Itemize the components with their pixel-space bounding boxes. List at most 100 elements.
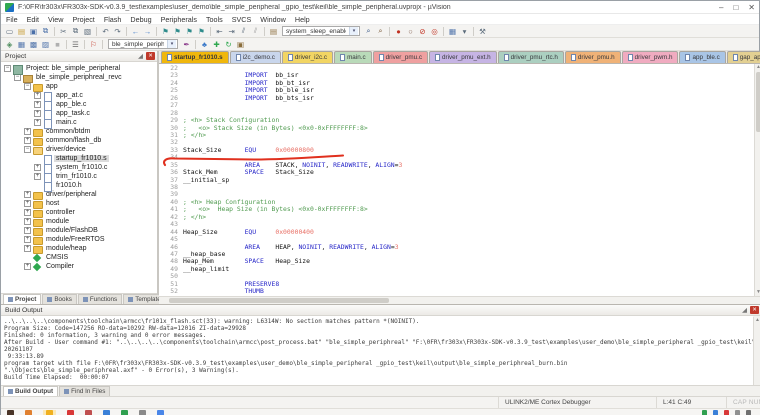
manage-rte-icon[interactable]: ♣	[199, 39, 210, 50]
tree-item-startup-fr1010-s[interactable]: startup_fr1010.s	[1, 154, 157, 163]
configure-icon[interactable]: ⚒	[477, 26, 488, 37]
tree-item-ble-simple-periphreal-revc[interactable]: −ble_simple_periphreal_revc	[1, 73, 157, 82]
taskbar-app-icon[interactable]	[25, 410, 32, 415]
nav-forward-icon[interactable]: →	[142, 26, 153, 37]
scroll-down-icon[interactable]: ▼	[755, 289, 760, 296]
expand-icon[interactable]: +	[24, 200, 31, 207]
collapse-icon[interactable]: −	[24, 146, 31, 153]
doc-tab-driver-pwm-h[interactable]: driver_pwm.h	[622, 51, 679, 63]
tree-item-main-c[interactable]: +main.c	[1, 118, 157, 127]
tree-item-host[interactable]: +host	[1, 199, 157, 208]
tree-item-driver-device[interactable]: −driver/device	[1, 145, 157, 154]
tree-item-trim-fr1010-c[interactable]: +trim_fr1010.c	[1, 172, 157, 181]
tree-item-app-ble-c[interactable]: +app_ble.c	[1, 100, 157, 109]
expand-icon[interactable]: +	[24, 191, 31, 198]
doc-tab-driver-i2c-c[interactable]: driver_i2c.c	[282, 51, 333, 63]
find-text-combo[interactable]: system_sleep_enable▾	[282, 26, 360, 36]
minimize-button[interactable]: –	[719, 3, 723, 12]
rebuild-icon[interactable]: ▩	[28, 39, 39, 50]
tree-item-compiler[interactable]: +Compiler	[1, 262, 157, 271]
doc-tab-gap-api-h[interactable]: gap_api.h	[727, 51, 760, 63]
flag-icon[interactable]: ⚐	[88, 39, 99, 50]
tray-icon[interactable]	[746, 410, 751, 415]
tray-icon[interactable]	[735, 410, 740, 415]
menu-project[interactable]: Project	[72, 15, 94, 24]
new-file-icon[interactable]: ▭	[4, 26, 15, 37]
menu-edit[interactable]: Edit	[27, 15, 39, 24]
debug-windows-icon[interactable]: ▦	[447, 26, 458, 37]
menu-help[interactable]: Help	[295, 15, 310, 24]
collapse-icon[interactable]: −	[24, 83, 31, 90]
panel-tab-books[interactable]: Books	[42, 294, 77, 304]
taskbar-app-icon[interactable]	[85, 410, 92, 415]
build-output-close-icon[interactable]: ✕	[750, 306, 759, 314]
breakpoint-killall-icon[interactable]: ◎	[429, 26, 440, 37]
collapse-icon[interactable]: −	[4, 65, 11, 72]
breakpoint-enable-icon[interactable]: ○	[405, 26, 416, 37]
paste-icon[interactable]: ▧	[82, 26, 93, 37]
editor-horizontal-scrollbar[interactable]	[159, 296, 760, 304]
chevron-down-icon[interactable]: ▾	[167, 40, 176, 48]
cut-icon[interactable]: ✂	[58, 26, 69, 37]
tray-icon[interactable]	[724, 410, 729, 415]
tree-item-module-freertos[interactable]: +module/FreeRTOS	[1, 235, 157, 244]
tree-item-cmsis[interactable]: CMSIS	[1, 253, 157, 262]
maximize-button[interactable]: □	[733, 3, 738, 12]
build-icon[interactable]: ▦	[16, 39, 27, 50]
find-icon[interactable]: ⌕	[363, 26, 374, 37]
find-in-files-icon[interactable]: ▤	[268, 26, 279, 37]
tree-item-app-task-c[interactable]: +app_task.c	[1, 109, 157, 118]
tree-item-app[interactable]: −app	[1, 82, 157, 91]
manage-items-icon[interactable]: ✚	[211, 39, 222, 50]
build-output-log[interactable]: ..\..\..\..\components\toolchain\armcc\f…	[1, 316, 760, 385]
expand-icon[interactable]: +	[24, 236, 31, 243]
tree-item-common-flash-db[interactable]: +common/flash_db	[1, 136, 157, 145]
undo-icon[interactable]: ↶	[100, 26, 111, 37]
bookmark-next-icon[interactable]: ⚑	[184, 26, 195, 37]
tree-item-system-fr1010-c[interactable]: +system_fr1010.c	[1, 163, 157, 172]
doc-tab-driver-pmu-rtc-h[interactable]: driver_pmu_rtc.h	[498, 51, 564, 63]
expand-icon[interactable]: +	[34, 164, 41, 171]
tree-item-controller[interactable]: +controller	[1, 208, 157, 217]
menu-tools[interactable]: Tools	[206, 15, 223, 24]
taskbar-app-icon[interactable]	[103, 410, 110, 415]
doc-tab-startup-fr1010-s[interactable]: startup_fr1010.s	[161, 51, 229, 63]
chevron-down-icon[interactable]: ▾	[349, 27, 358, 35]
pin-icon[interactable]: ◢	[138, 52, 143, 60]
doc-tab-driver-pmu-h[interactable]: driver_pmu.h	[565, 51, 621, 63]
tree-item-module-flashdb[interactable]: +module/FlashDB	[1, 226, 157, 235]
tree-item-driver-peripheral[interactable]: +driver/peripheral	[1, 190, 157, 199]
nav-back-icon[interactable]: ←	[130, 26, 141, 37]
bottom-tab-find-in-files[interactable]: Find In Files	[59, 386, 110, 396]
taskbar-app-icon[interactable]	[157, 410, 164, 415]
taskbar-active-app[interactable]	[43, 410, 56, 415]
bookmark-clear-icon[interactable]: ⚑	[196, 26, 207, 37]
indent-right-icon[interactable]: ⇥	[226, 26, 237, 37]
breakpoint-insert-icon[interactable]: ●	[393, 26, 404, 37]
open-file-icon[interactable]: ▤	[16, 26, 27, 37]
refresh-icon[interactable]: ↻	[223, 39, 234, 50]
expand-icon[interactable]: +	[34, 119, 41, 126]
doc-tab-main-c[interactable]: main.c	[334, 51, 372, 63]
scroll-up-icon[interactable]: ▲	[755, 64, 760, 71]
save-icon[interactable]: ▣	[28, 26, 39, 37]
expand-icon[interactable]: +	[24, 263, 31, 270]
project-panel-close-icon[interactable]: ✕	[146, 52, 155, 60]
pack-installer-icon[interactable]: ▣	[235, 39, 246, 50]
expand-icon[interactable]: +	[24, 209, 31, 216]
code-editor[interactable]: 2223 IMPORT bb_isr24 IMPORT bb_bt_isr25 …	[159, 64, 754, 296]
expand-icon[interactable]: +	[24, 137, 31, 144]
taskbar-app-icon[interactable]	[67, 410, 74, 415]
expand-icon[interactable]: +	[34, 92, 41, 99]
menu-debug[interactable]: Debug	[130, 15, 151, 24]
expand-icon[interactable]: +	[24, 128, 31, 135]
taskbar-app-icon[interactable]	[7, 410, 14, 415]
windows-dd-arrow-icon[interactable]: ▾	[459, 26, 470, 37]
save-all-icon[interactable]: ⧉	[40, 26, 51, 37]
tray-icon[interactable]	[702, 410, 707, 415]
indent-left-icon[interactable]: ⇤	[214, 26, 225, 37]
doc-tab-app-ble-c[interactable]: app_ble.c	[679, 51, 725, 63]
collapse-icon[interactable]: −	[14, 74, 21, 81]
bookmark-toggle-icon[interactable]: ⚑	[160, 26, 171, 37]
build-output-scrollbar[interactable]: ▲	[753, 317, 760, 385]
